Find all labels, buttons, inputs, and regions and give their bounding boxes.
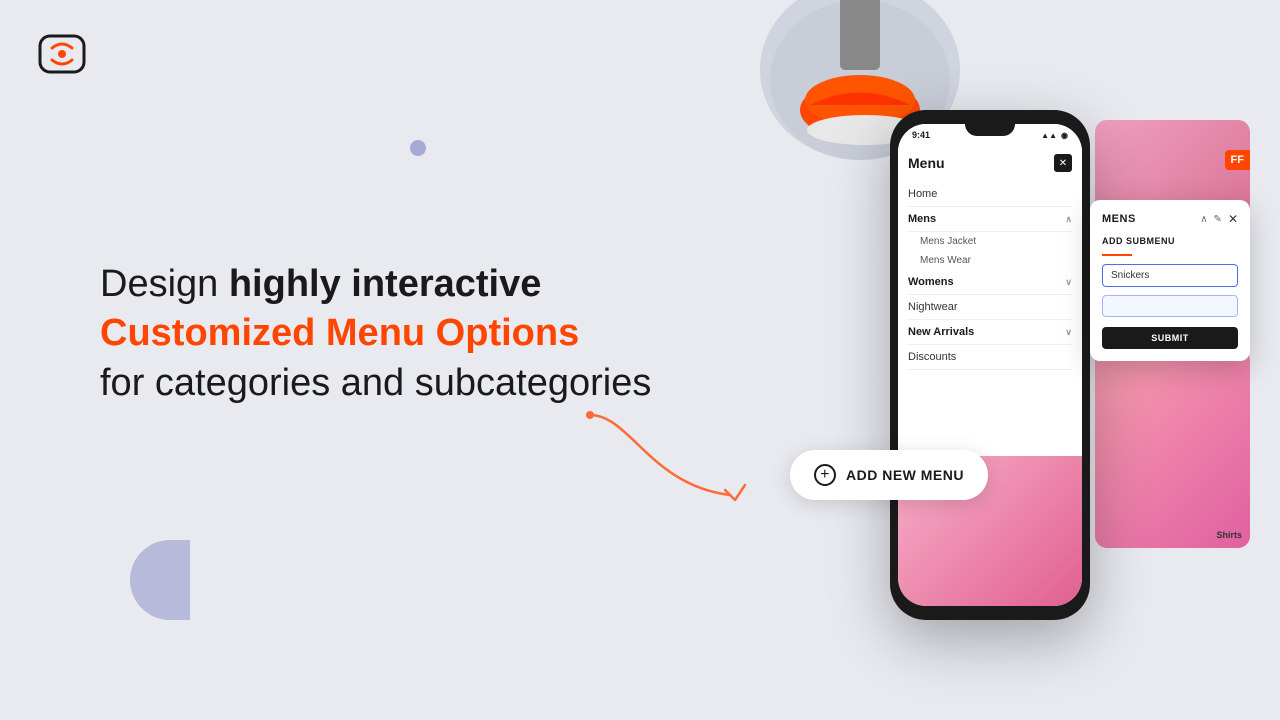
menu-header: Menu ✕ (908, 154, 1072, 172)
off-badge: FF (1225, 150, 1250, 170)
phone-screen: 9:41 ▲▲ ◉ Menu ✕ Home Mens ∧ Mens Jacket… (898, 124, 1082, 606)
submenu-popup-title: MENS (1102, 213, 1136, 225)
hero-line3: for categories and subcategories (100, 359, 651, 408)
chevron-up-icon: ∧ (1065, 214, 1072, 225)
chevron-down-icon-arrivals: ∨ (1065, 327, 1072, 338)
hero-line1-regular: Design (100, 263, 229, 305)
chevron-down-icon-womens: ∨ (1065, 277, 1072, 288)
edit-icon[interactable]: ✎ (1214, 214, 1222, 225)
menu-panel: Menu ✕ Home Mens ∧ Mens Jacket Mens Wear… (898, 144, 1082, 380)
menu-item-new-arrivals[interactable]: New Arrivals ∨ (908, 320, 1072, 345)
logo (36, 28, 88, 80)
hero-line1: Design highly interactive (100, 260, 651, 309)
decorative-half-circle (130, 540, 190, 620)
popup-close-button[interactable]: ✕ (1228, 212, 1238, 226)
phone-status-icons: ▲▲ ◉ (1041, 131, 1068, 140)
chevron-up-icon-popup[interactable]: ∧ (1200, 214, 1207, 225)
menu-subitem-jacket[interactable]: Mens Jacket (908, 232, 1072, 251)
menu-close-button[interactable]: ✕ (1054, 154, 1072, 172)
shirts-label: Shirts (1216, 530, 1242, 540)
menu-item-nightwear[interactable]: Nightwear (908, 295, 1072, 320)
plus-icon: + (814, 464, 836, 486)
phone-notch (965, 124, 1015, 136)
submenu-input-secondary[interactable] (1102, 295, 1238, 317)
submenu-input[interactable] (1102, 264, 1238, 287)
hero-text-block: Design highly interactive Customized Men… (100, 260, 651, 408)
popup-actions: ∧ ✎ ✕ (1200, 212, 1238, 226)
menu-item-home[interactable]: Home (908, 182, 1072, 207)
menu-subitem-wear[interactable]: Mens Wear (908, 251, 1072, 270)
submenu-popup: MENS ∧ ✎ ✕ ADD SUBMENU SUBMIT (1090, 200, 1250, 361)
hero-line2: Customized Menu Options (100, 309, 651, 358)
phone-time: 9:41 (912, 130, 930, 140)
phone-mockup: 9:41 ▲▲ ◉ Menu ✕ Home Mens ∧ Mens Jacket… (890, 110, 1090, 620)
add-new-menu-button[interactable]: + ADD NEW MENU (790, 450, 988, 500)
decorative-arrow (570, 405, 790, 525)
add-menu-label: ADD NEW MENU (846, 467, 964, 483)
add-submenu-label: ADD SUBMENU (1102, 236, 1238, 246)
decorative-dot (410, 140, 426, 156)
menu-item-womens[interactable]: Womens ∨ (908, 270, 1072, 295)
right-panel-bottom: BE Shirts (1095, 348, 1250, 548)
menu-item-mens[interactable]: Mens ∧ (908, 207, 1072, 232)
hero-line1-bold: highly interactive (229, 263, 542, 305)
menu-panel-title: Menu (908, 155, 945, 171)
submenu-popup-header: MENS ∧ ✎ ✕ (1102, 212, 1238, 226)
submit-button[interactable]: SUBMIT (1102, 327, 1238, 349)
menu-item-discounts[interactable]: Discounts (908, 345, 1072, 370)
orange-underline (1102, 254, 1132, 256)
